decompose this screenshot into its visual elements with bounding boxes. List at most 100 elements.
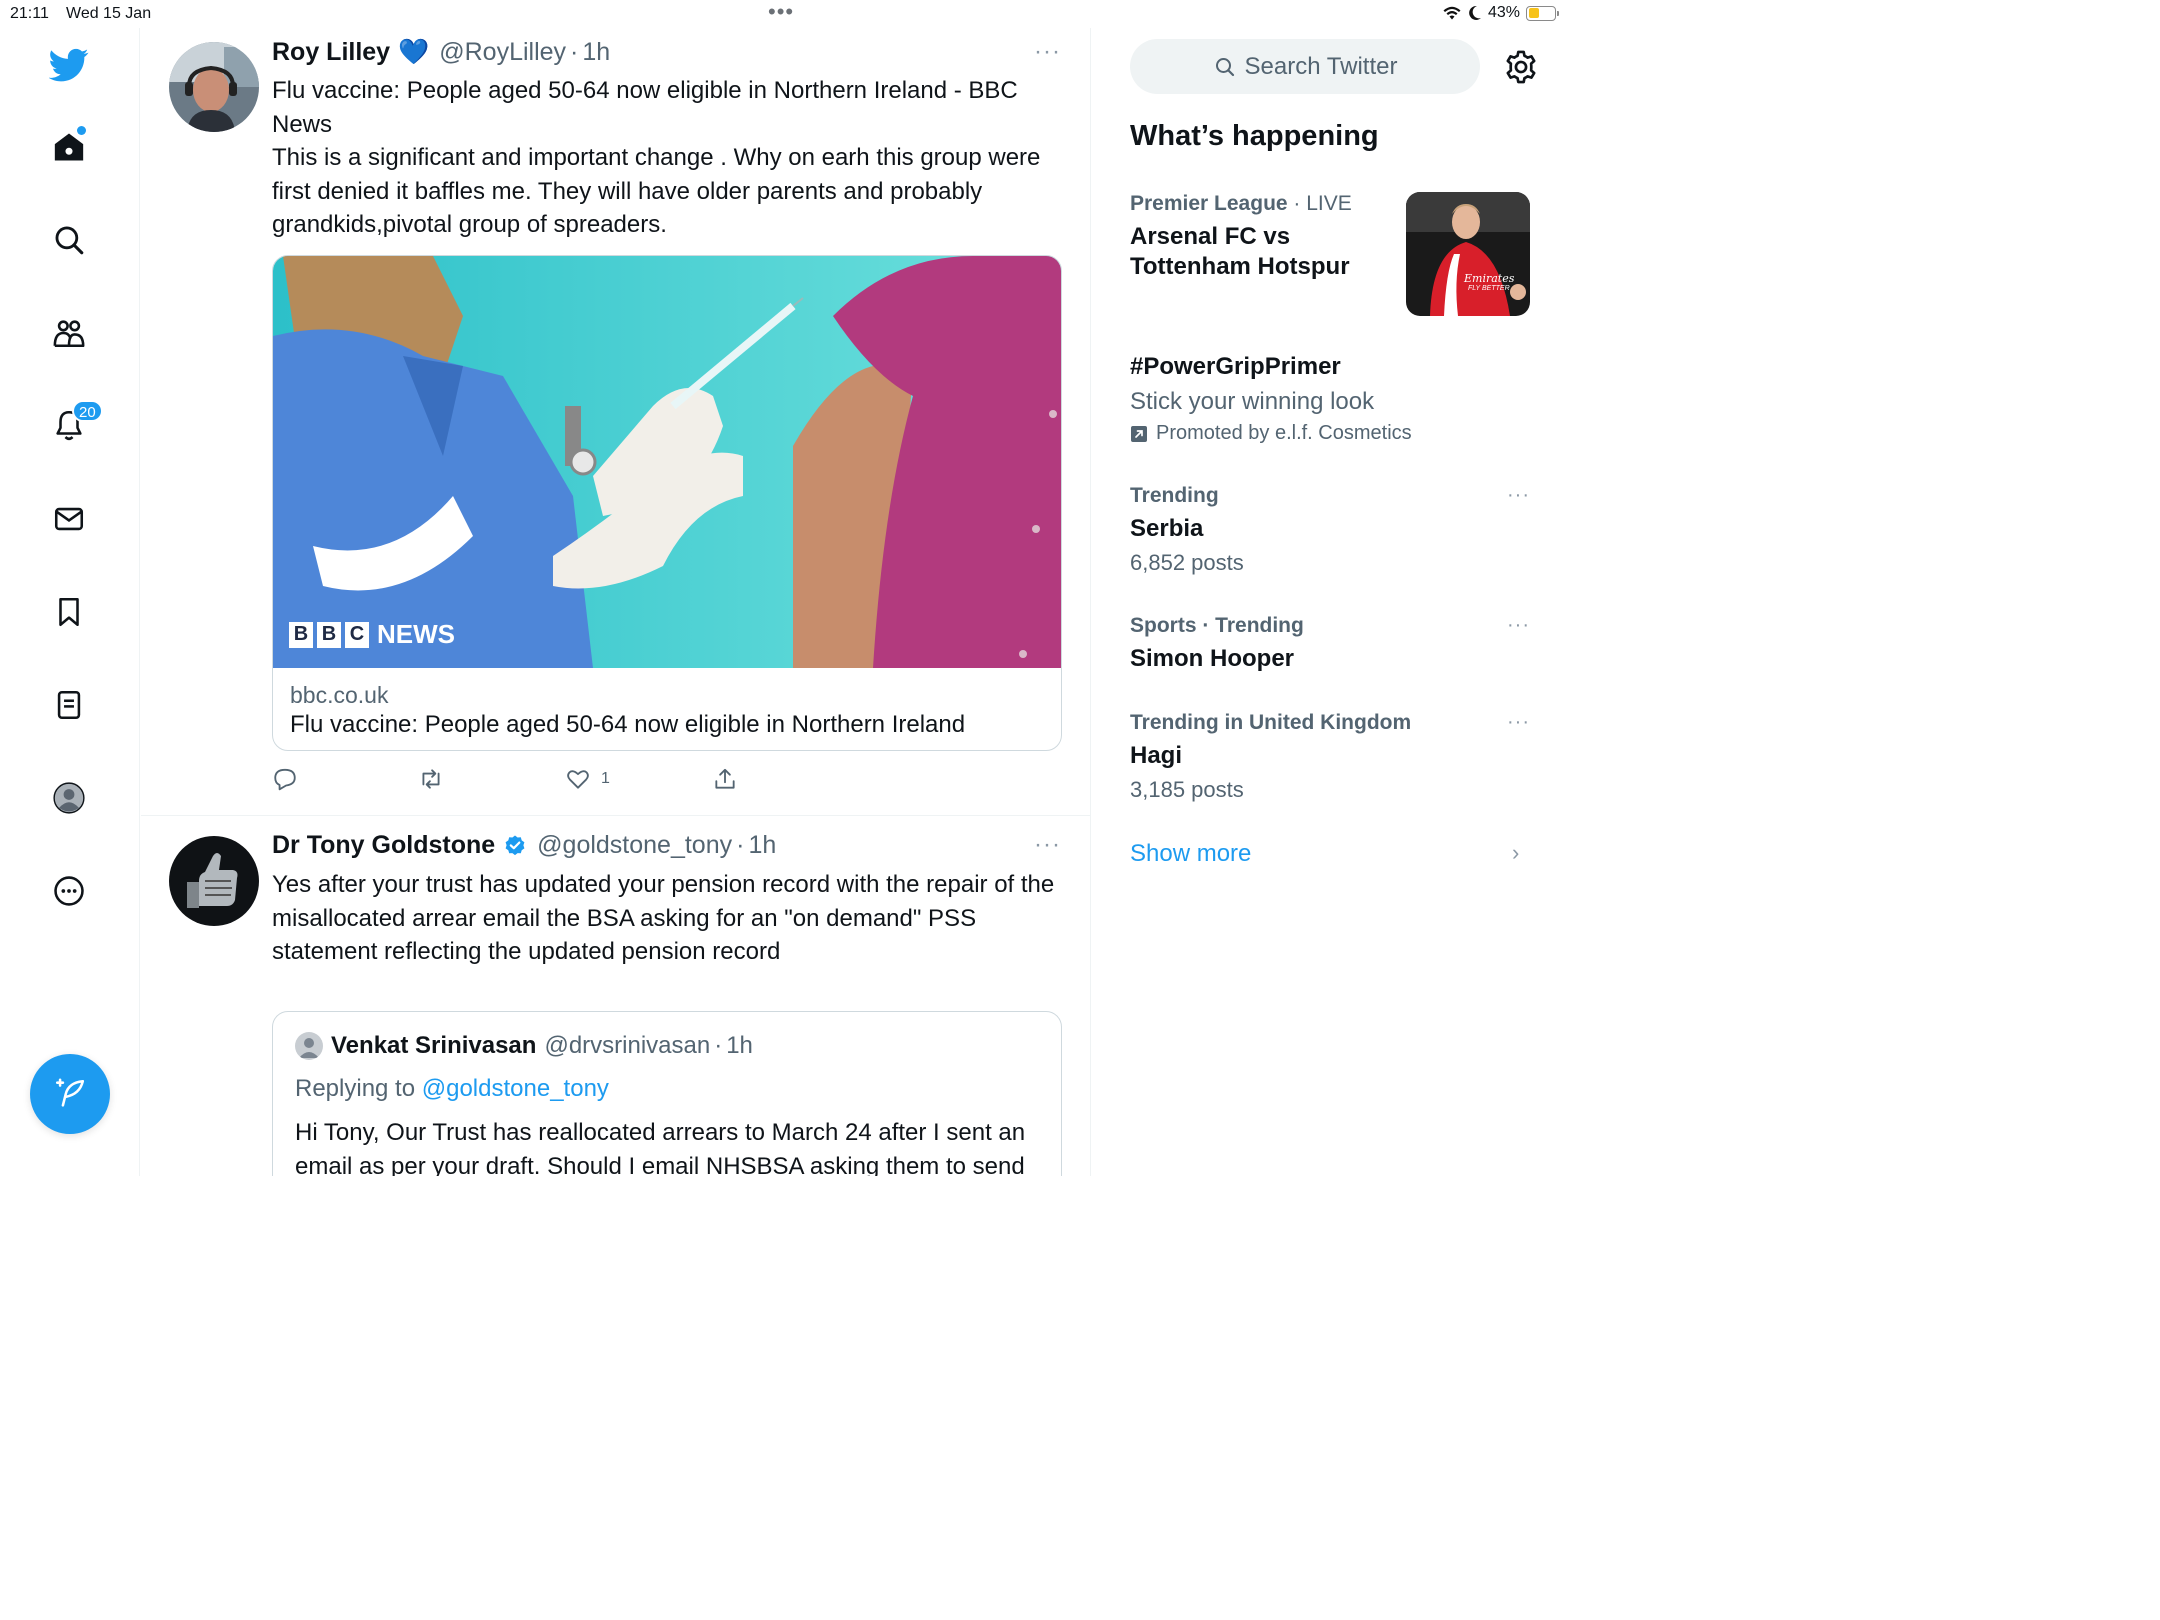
nav-messages[interactable] bbox=[46, 496, 92, 542]
separator-dot: · bbox=[736, 831, 745, 859]
nav-communities[interactable] bbox=[46, 310, 92, 356]
quoted-tweet-header: Venkat Srinivasan @drvsrinivasan · 1h bbox=[295, 1032, 753, 1060]
compose-tweet-button[interactable] bbox=[30, 1054, 110, 1134]
replying-to-prefix: Replying to bbox=[295, 1075, 422, 1102]
promoted-label: Promoted by e.l.f. Cosmetics bbox=[1130, 422, 1530, 445]
trend-item[interactable]: Trending Serbia 6,852 posts ··· bbox=[1130, 484, 1530, 576]
nav-home[interactable] bbox=[46, 124, 92, 170]
notification-badge: 20 bbox=[72, 400, 103, 422]
trend-sub: Stick your winning look bbox=[1130, 388, 1375, 415]
trend-status: · LIVE bbox=[1287, 192, 1352, 215]
trend-more-icon[interactable]: ··· bbox=[1507, 484, 1530, 507]
avatar-xray-thumbs-up bbox=[169, 836, 259, 926]
logo-letter: B bbox=[289, 621, 313, 648]
trend-more-icon[interactable]: ··· bbox=[1507, 614, 1530, 637]
chevron-right-icon[interactable]: › bbox=[1512, 840, 1519, 866]
trend-post-count: 3,185 posts bbox=[1130, 777, 1244, 802]
reply-button[interactable] bbox=[272, 765, 308, 793]
compose-feather-icon bbox=[55, 1078, 85, 1107]
status-bar: 21:11 Wed 15 Jan ••• 43% bbox=[0, 0, 1568, 28]
trend-name: Arsenal FC vs Tottenham Hotspur bbox=[1130, 223, 1350, 280]
replying-to: Replying to @goldstone_tony bbox=[295, 1075, 609, 1103]
avatar[interactable] bbox=[169, 42, 259, 132]
trend-item[interactable]: Sports · Trending Simon Hooper ··· bbox=[1130, 614, 1530, 674]
quoted-tweet[interactable]: Venkat Srinivasan @drvsrinivasan · 1h Re… bbox=[272, 1011, 1062, 1176]
reply-icon bbox=[274, 768, 296, 791]
gear-icon bbox=[1506, 50, 1536, 84]
search-input[interactable]: Search Twitter bbox=[1130, 39, 1480, 94]
tweet[interactable]: Roy Lilley 💙 @RoyLilley · 1h ··· Flu vac… bbox=[141, 28, 1090, 816]
share-button[interactable] bbox=[712, 765, 748, 793]
multitasking-dots-icon[interactable]: ••• bbox=[768, 1, 794, 23]
link-card[interactable]: B B C NEWS bbc.co.uk Flu vaccine: People… bbox=[272, 255, 1062, 751]
settings-button[interactable] bbox=[1502, 48, 1540, 86]
timeline-feed[interactable]: Roy Lilley 💙 @RoyLilley · 1h ··· Flu vac… bbox=[141, 28, 1091, 1176]
quoted-tweet-text: Hi Tony, Our Trust has reallocated arrea… bbox=[295, 1119, 1026, 1176]
tweet[interactable]: Dr Tony Goldstone @goldstone_tony · 1h ·… bbox=[141, 817, 1090, 1176]
show-more-link[interactable]: Show more bbox=[1130, 840, 1251, 868]
bird-icon bbox=[49, 48, 89, 82]
card-title: Flu vaccine: People aged 50-64 now eligi… bbox=[290, 711, 966, 738]
search-placeholder: Search Twitter bbox=[1244, 52, 1398, 80]
tweet-text-line: Flu vaccine: People aged 50-64 now eligi… bbox=[272, 77, 1018, 138]
people-icon bbox=[53, 320, 85, 348]
left-navigation: 20 bbox=[0, 28, 140, 1176]
tweet-header: Dr Tony Goldstone @goldstone_tony · 1h bbox=[272, 831, 776, 860]
replying-to-mention[interactable]: @goldstone_tony bbox=[422, 1075, 609, 1102]
avatar[interactable] bbox=[295, 1032, 323, 1060]
author-handle[interactable]: @goldstone_tony bbox=[537, 831, 732, 860]
default-avatar-icon bbox=[299, 1038, 319, 1058]
avatar-icon bbox=[53, 782, 85, 814]
status-indicators: 43% bbox=[1442, 4, 1559, 22]
trend-item[interactable]: Trending in United Kingdom Hagi 3,185 po… bbox=[1130, 711, 1530, 803]
quoted-author-handle[interactable]: @drvsrinivasan bbox=[544, 1032, 710, 1060]
trend-meta: Trending bbox=[1130, 484, 1219, 507]
nav-lists[interactable] bbox=[46, 682, 92, 728]
nav-notifications[interactable]: 20 bbox=[46, 400, 103, 448]
like-button[interactable]: 1 bbox=[565, 765, 610, 793]
author-name[interactable]: Dr Tony Goldstone bbox=[272, 831, 495, 860]
list-icon bbox=[57, 690, 81, 720]
trend-meta: Sports · Trending bbox=[1130, 614, 1304, 637]
trend-image: Emirates FLY BETTER bbox=[1406, 192, 1530, 316]
search-icon bbox=[55, 226, 84, 255]
tweet-time[interactable]: 1h bbox=[582, 38, 610, 67]
footballer-photo bbox=[1406, 192, 1530, 316]
share-icon bbox=[715, 768, 735, 789]
tweet-text: Flu vaccine: People aged 50-64 now eligi… bbox=[272, 74, 1072, 242]
logo-word: NEWS bbox=[377, 619, 455, 649]
trend-item-promoted[interactable]: #PowerGripPrimer Stick your winning look… bbox=[1130, 352, 1530, 445]
tweet-more-icon[interactable]: ··· bbox=[1034, 38, 1061, 66]
retweet-button[interactable] bbox=[418, 765, 454, 793]
separator-dot: · bbox=[714, 1032, 723, 1059]
vaccination-photo bbox=[273, 256, 1061, 668]
nav-explore[interactable] bbox=[46, 217, 92, 263]
thumb-sponsor: Emirates bbox=[1464, 272, 1515, 285]
more-circle-icon bbox=[54, 876, 84, 906]
status-date: Wed 15 Jan bbox=[66, 5, 152, 22]
trend-more-icon[interactable]: ··· bbox=[1507, 711, 1530, 734]
avatar[interactable] bbox=[169, 836, 259, 926]
trend-meta: Premier League · LIVE bbox=[1130, 192, 1390, 216]
trend-item[interactable]: Premier League · LIVE Arsenal FC vs Tott… bbox=[1130, 192, 1390, 282]
nav-profile[interactable] bbox=[46, 775, 92, 821]
tweet-time[interactable]: 1h bbox=[748, 831, 776, 860]
nav-more[interactable] bbox=[46, 868, 92, 914]
twitter-logo[interactable] bbox=[46, 42, 92, 88]
quoted-author-name[interactable]: Venkat Srinivasan bbox=[331, 1032, 536, 1060]
tweet-more-icon[interactable]: ··· bbox=[1034, 831, 1061, 859]
right-sidebar: Search Twitter What’s happening Premier … bbox=[1092, 28, 1568, 1176]
moon-icon bbox=[1469, 5, 1481, 20]
thumb-sponsor-sub: FLY BETTER bbox=[1468, 285, 1510, 292]
quoted-tweet-time[interactable]: 1h bbox=[726, 1032, 753, 1060]
trend-name: #PowerGripPrimer bbox=[1130, 353, 1341, 380]
nav-bookmarks[interactable] bbox=[46, 589, 92, 635]
card-image: B B C NEWS bbox=[273, 256, 1061, 668]
tweet-text: Yes after your trust has updated your pe… bbox=[272, 871, 1055, 966]
tweet-header: Roy Lilley 💙 @RoyLilley · 1h bbox=[272, 38, 610, 67]
search-icon bbox=[1215, 57, 1234, 76]
trend-name: Simon Hooper bbox=[1130, 645, 1295, 672]
author-name[interactable]: Roy Lilley bbox=[272, 38, 390, 67]
author-handle[interactable]: @RoyLilley bbox=[439, 38, 566, 67]
trend-post-count: 6,852 posts bbox=[1130, 550, 1244, 575]
